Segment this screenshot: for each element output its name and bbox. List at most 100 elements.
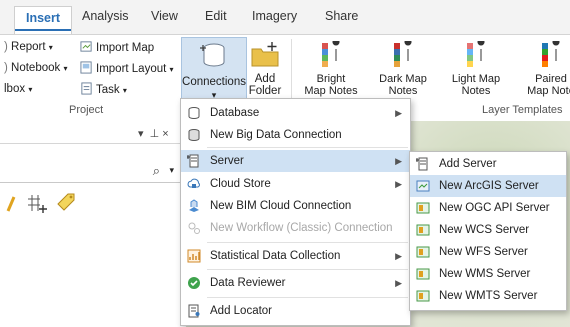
layer-template-button[interactable]: Dark Map Notes [372, 39, 434, 101]
menu-item-label: Server [210, 155, 244, 167]
pane-search-input[interactable]: ⌕ ▾ [0, 162, 180, 183]
wms-icon [416, 268, 430, 280]
menu-item-cloud-store[interactable]: Cloud Store ▶ [181, 173, 410, 195]
submenu-arrow-icon: ▶ [395, 278, 402, 288]
menu-item-new-bim-cloud-connection[interactable]: New BIM Cloud Connection [181, 195, 410, 217]
add-folder-label-1: Add [254, 73, 276, 85]
task-label: Task [96, 84, 120, 96]
layer-template-label: Notes [388, 85, 418, 97]
big-data-icon [188, 129, 200, 142]
layer-template-button[interactable]: Bright Map Notes [300, 39, 362, 101]
add-server-icon [416, 157, 428, 171]
report-button[interactable]: ) Report ▾ [4, 41, 53, 53]
toolbox-button[interactable]: lbox ▾ [4, 83, 32, 95]
menu-item-database[interactable]: Database ▶ [181, 102, 410, 124]
bim-icon [189, 199, 199, 212]
submenu-item-label: New WCS Server [439, 224, 530, 236]
menu-item-label: Add Locator [210, 305, 273, 317]
layer-template-icon [467, 41, 485, 67]
menu-separator [207, 297, 408, 298]
ogc-icon [416, 202, 430, 214]
submenu-item-new-ogc-api-server[interactable]: New OGC API Server [410, 197, 566, 219]
menu-item-label: Statistical Data Collection [210, 250, 341, 262]
layer-template-icon [322, 41, 340, 67]
submenu-item-new-wms-server[interactable]: New WMS Server [410, 263, 566, 285]
submenu-item-label: New ArcGIS Server [439, 180, 539, 192]
cloud-store-icon [187, 178, 200, 188]
layer-template-label: Bright [316, 73, 346, 85]
tab-analysis[interactable]: Analysis [82, 9, 129, 23]
menu-item-data-reviewer[interactable]: Data Reviewer ▶ [181, 272, 410, 294]
tab-insert[interactable]: Insert [14, 6, 73, 35]
layer-template-label: Dark Map [379, 73, 427, 85]
submenu-arrow-icon: ▶ [395, 156, 402, 166]
submenu-item-label: New OGC API Server [439, 202, 550, 214]
menu-item-label: New Workflow (Classic) Connection [210, 222, 393, 234]
left-pane: ▾ ⊥ × ⌕ ▾ [0, 121, 186, 327]
workflow-icon [188, 222, 200, 234]
layer-template-button[interactable]: PairedMap Note [520, 39, 570, 101]
folder-icon [251, 42, 279, 67]
layer-template-label: Paired [535, 73, 567, 85]
menu-item-new-big-data-connection[interactable]: New Big Data Connection [181, 124, 410, 146]
notebook-label: Notebook [11, 62, 61, 74]
submenu-item-label: New WFS Server [439, 246, 528, 258]
layer-template-label: Notes [461, 85, 491, 97]
submenu-item-new-wmts-server[interactable]: New WMTS Server [410, 285, 566, 307]
submenu-item-new-wfs-server[interactable]: New WFS Server [410, 241, 566, 263]
add-folder-button[interactable]: Add Folder [247, 37, 283, 107]
connections-menu: Database ▶ New Big Data Connection Server ▶ C… [180, 98, 411, 326]
pane-divider [0, 143, 186, 144]
layer-templates-group-label: Layer Templates [482, 104, 563, 116]
arcgis-server-icon [416, 180, 430, 192]
wcs-icon [416, 224, 430, 236]
task-button[interactable]: Task ▾ [80, 82, 127, 96]
menu-item-add-locator[interactable]: Add Locator [181, 300, 410, 322]
submenu-item-new-wcs-server[interactable]: New WCS Server [410, 219, 566, 241]
menu-item-statistical-data-collection[interactable]: Statistical Data Collection ▶ [181, 245, 410, 267]
layer-template-label: Light Map [451, 73, 501, 85]
project-group-label: Project [69, 104, 104, 116]
layer-template-button[interactable]: Light Map Notes [445, 39, 507, 101]
server-submenu: Add Server New ArcGIS Server New OGC API S… [409, 151, 567, 311]
report-label: Report [11, 41, 46, 53]
tab-share[interactable]: Share [325, 9, 358, 23]
locator-icon [188, 304, 200, 318]
menu-separator [207, 269, 408, 270]
menu-item-label: New BIM Cloud Connection [210, 200, 352, 212]
import-layout-button[interactable]: Import Layout ▾ [80, 61, 174, 75]
toolbox-label: lbox [4, 83, 26, 95]
search-icon: ⌕ [152, 163, 160, 178]
submenu-item-label: Add Server [439, 158, 497, 170]
ribbon-tabs: Insert Analysis View Edit Imagery Share [0, 0, 570, 35]
pane-controls: ▾ ⊥ × [138, 128, 169, 140]
layer-template-label: Map Note [527, 85, 570, 97]
statistics-icon [187, 249, 201, 263]
tag-icon[interactable] [55, 191, 77, 213]
menu-item-label: Database [210, 107, 260, 119]
tab-imagery[interactable]: Imagery [252, 9, 297, 23]
wmts-icon [416, 290, 430, 302]
connections-icon [200, 43, 225, 67]
import-map-icon [80, 41, 92, 52]
grid-add-icon[interactable] [26, 193, 48, 215]
edit-pencil-icon[interactable] [6, 195, 16, 213]
submenu-item-label: New WMS Server [439, 268, 531, 280]
menu-item-server[interactable]: Server ▶ [181, 150, 410, 172]
tab-view[interactable]: View [151, 9, 178, 23]
search-dropdown-icon: ▾ [169, 165, 174, 175]
add-folder-label-2: Folder [248, 85, 282, 97]
menu-separator [207, 242, 408, 243]
database-icon [188, 107, 200, 120]
menu-separator [207, 147, 408, 148]
submenu-item-add-server[interactable]: Add Server [410, 153, 566, 175]
notebook-button[interactable]: ) Notebook ▾ [4, 62, 67, 74]
import-map-button[interactable]: Import Map [80, 40, 154, 54]
menu-item-label: Data Reviewer [210, 277, 286, 289]
tab-edit[interactable]: Edit [205, 9, 227, 23]
server-icon [187, 154, 199, 168]
connections-label: Connections [182, 76, 246, 88]
submenu-item-new-arcgis-server[interactable]: New ArcGIS Server [410, 175, 566, 197]
layer-template-icon [542, 41, 560, 67]
layer-template-label: Map Notes [304, 85, 358, 97]
